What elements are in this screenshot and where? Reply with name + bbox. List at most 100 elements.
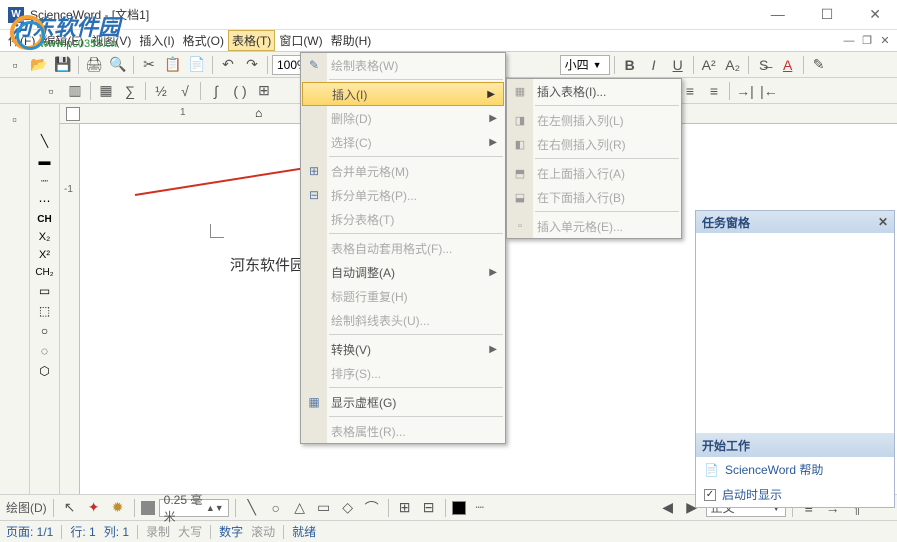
menu-delete-sub[interactable]: 删除(D)▶ xyxy=(301,106,505,130)
menu-insert-sub[interactable]: 插入(I)▶ xyxy=(302,82,504,106)
prev-icon[interactable]: ◀ xyxy=(658,498,678,518)
dotted-line-icon[interactable]: ⋯ xyxy=(39,194,51,208)
font-size-combo[interactable]: 小四▼ xyxy=(560,55,610,75)
align-left-icon[interactable]: ≡ xyxy=(679,80,701,102)
hexagon-tool-icon[interactable]: ⬡ xyxy=(39,364,49,378)
menu-select-sub[interactable]: 选择(C)▶ xyxy=(301,130,505,154)
show-startup-checkbox[interactable]: ✓ 启动时显示 xyxy=(696,482,894,507)
copy-icon[interactable]: 📋 xyxy=(162,54,184,76)
shape-circle-icon[interactable]: ○ xyxy=(266,498,286,518)
rect-tool-icon[interactable]: ▭ xyxy=(39,284,50,298)
redo-icon[interactable]: ↷ xyxy=(241,54,263,76)
save-icon[interactable]: 💾 xyxy=(52,54,74,76)
shape-rect-icon[interactable]: ▭ xyxy=(314,498,334,518)
menu-split-table[interactable]: 拆分表格(T) xyxy=(301,207,505,231)
menu-table[interactable]: 表格(T) xyxy=(228,30,275,51)
open-icon[interactable]: 📂 xyxy=(28,54,50,76)
shape-triangle-icon[interactable]: △ xyxy=(290,498,310,518)
menu-diagonal[interactable]: 绘制斜线表头(U)... xyxy=(301,308,505,332)
root-icon[interactable]: √ xyxy=(174,80,196,102)
maximize-button[interactable]: ☐ xyxy=(813,6,842,23)
minimize-button[interactable]: — xyxy=(763,6,793,23)
italic-button[interactable]: I xyxy=(643,54,665,76)
bold-button[interactable]: B xyxy=(619,54,641,76)
fraction-icon[interactable]: ½ xyxy=(150,80,172,102)
shape-arc-icon[interactable]: ⌒ xyxy=(362,498,382,518)
page-setup-icon[interactable]: ▫ xyxy=(40,80,62,102)
line-tool-icon[interactable]: ╲ xyxy=(242,498,262,518)
new-icon[interactable]: ▫ xyxy=(4,54,26,76)
arrow-tool-icon[interactable]: ↖ xyxy=(60,498,80,518)
x2-sub-icon[interactable]: X₂ xyxy=(39,231,51,243)
fill-color-swatch[interactable] xyxy=(141,501,155,515)
menu-edit[interactable]: 编辑(E) xyxy=(39,30,87,51)
dashed-line-icon[interactable]: ┈ xyxy=(41,174,48,188)
doc-restore-button[interactable]: ❐ xyxy=(859,33,875,49)
status-caps[interactable]: 大写 xyxy=(178,523,202,540)
submenu-rows-above[interactable]: ⬒在上面插入行(A) xyxy=(507,161,681,185)
menu-show-gridlines[interactable]: ▦显示虚框(G) xyxy=(301,390,505,414)
status-scroll[interactable]: 滚动 xyxy=(251,523,275,540)
thick-line-icon[interactable]: ▬ xyxy=(39,154,51,168)
dashed-circle-icon[interactable]: ◌ xyxy=(41,344,48,358)
outdent-icon[interactable]: |← xyxy=(758,80,780,102)
status-rec[interactable]: 录制 xyxy=(146,523,170,540)
status-num[interactable]: 数字 xyxy=(219,523,243,540)
menu-insert[interactable]: 插入(I) xyxy=(135,30,178,51)
menu-help[interactable]: 帮助(H) xyxy=(327,30,376,51)
select-tool-icon[interactable]: ▫ xyxy=(4,108,26,130)
dash-style-icon[interactable]: ┈ xyxy=(470,498,490,518)
ungroup-icon[interactable]: ⊟ xyxy=(419,498,439,518)
submenu-rows-below[interactable]: ⬓在下面插入行(B) xyxy=(507,185,681,209)
submenu-insert-table[interactable]: ▦插入表格(I)... xyxy=(507,79,681,103)
superscript-icon[interactable]: A² xyxy=(698,54,720,76)
burst-tool-icon[interactable]: ✹ xyxy=(108,498,128,518)
draw-label[interactable]: 绘图(D) xyxy=(6,499,47,516)
menu-view[interactable]: 视图(V) xyxy=(87,30,135,51)
x2-sup-icon[interactable]: X² xyxy=(39,249,50,261)
formula-icon[interactable]: ∑ xyxy=(119,80,141,102)
line-tool-icon[interactable]: ╲ xyxy=(41,134,48,148)
line-width-spinner[interactable]: 0.25 毫米▲▼ xyxy=(159,499,229,517)
menu-sort[interactable]: 排序(S)... xyxy=(301,361,505,385)
paste-icon[interactable]: 📄 xyxy=(186,54,208,76)
vertical-ruler[interactable]: -1 xyxy=(60,124,80,494)
align-center-icon[interactable]: ≡ xyxy=(703,80,725,102)
task-pane-close-icon[interactable]: ✕ xyxy=(878,215,888,229)
highlight-icon[interactable]: ✎ xyxy=(808,54,830,76)
line-color-swatch[interactable] xyxy=(452,501,466,515)
doc-close-button[interactable]: ✕ xyxy=(877,33,893,49)
menu-merge-cells[interactable]: ⊞合并单元格(M) xyxy=(301,159,505,183)
submenu-cols-left[interactable]: ◨在左侧插入列(L) xyxy=(507,108,681,132)
menu-autoformat[interactable]: 表格自动套用格式(F)... xyxy=(301,236,505,260)
bracket-icon[interactable]: ( ) xyxy=(229,80,251,102)
indent-icon[interactable]: →| xyxy=(734,80,756,102)
dashed-rect-icon[interactable]: ⬚ xyxy=(39,304,50,318)
menu-heading-repeat[interactable]: 标题行重复(H) xyxy=(301,284,505,308)
menu-window[interactable]: 窗口(W) xyxy=(275,30,326,51)
doc-minimize-button[interactable]: — xyxy=(841,33,857,49)
menu-format[interactable]: 格式(O) xyxy=(179,30,228,51)
font-color-icon[interactable]: A xyxy=(777,54,799,76)
menu-table-props[interactable]: 表格属性(R)... xyxy=(301,419,505,443)
subscript-icon[interactable]: A₂ xyxy=(722,54,744,76)
submenu-cells[interactable]: ▫插入单元格(E)... xyxy=(507,214,681,238)
help-link[interactable]: 📄 ScienceWord 帮助 xyxy=(696,457,894,482)
menu-file[interactable]: 件(F) xyxy=(4,30,39,51)
group-icon[interactable]: ⊞ xyxy=(395,498,415,518)
ch-icon[interactable]: CH xyxy=(37,214,51,225)
table-icon[interactable]: ▦ xyxy=(95,80,117,102)
undo-icon[interactable]: ↶ xyxy=(217,54,239,76)
strike-icon[interactable]: S̶ xyxy=(753,54,775,76)
close-button[interactable]: ✕ xyxy=(861,6,889,23)
shape-diamond-icon[interactable]: ◇ xyxy=(338,498,358,518)
print-icon[interactable]: 🖨 xyxy=(83,54,105,76)
integral-icon[interactable]: ∫ xyxy=(205,80,227,102)
tab-marker[interactable] xyxy=(66,107,80,121)
matrix-icon[interactable]: ⊞ xyxy=(253,80,275,102)
cut-icon[interactable]: ✂ xyxy=(138,54,160,76)
ch2-icon[interactable]: CH₂ xyxy=(35,267,53,278)
menu-convert-sub[interactable]: 转换(V)▶ xyxy=(301,337,505,361)
underline-button[interactable]: U xyxy=(667,54,689,76)
menu-draw-table[interactable]: ✎绘制表格(W) xyxy=(301,53,505,77)
